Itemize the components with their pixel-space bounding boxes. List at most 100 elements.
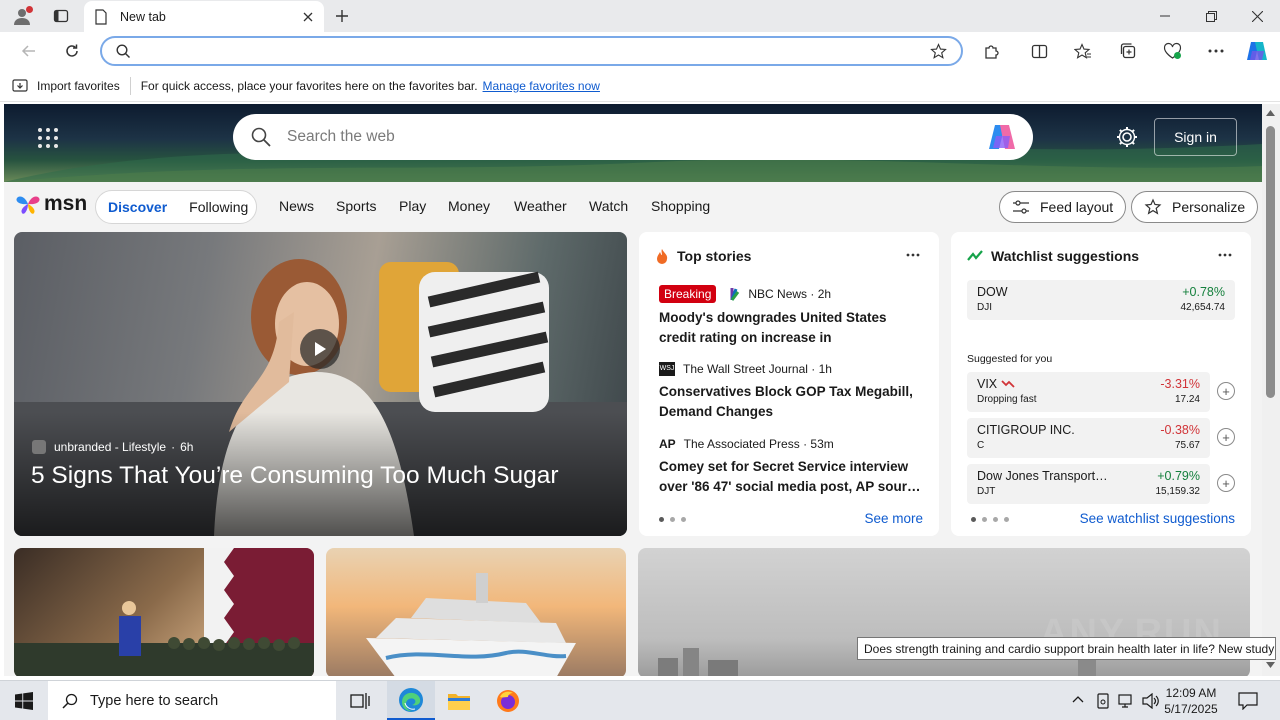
task-view-icon (350, 693, 370, 709)
story-1-title[interactable]: Moody's downgrades United States credit … (659, 308, 921, 350)
nav-shopping[interactable]: Shopping (651, 198, 710, 214)
taskbar-edge[interactable] (387, 681, 435, 720)
tab-actions-button[interactable] (48, 4, 74, 28)
feed-layout-button[interactable]: Feed layout (999, 191, 1127, 223)
flame-icon (657, 249, 668, 264)
address-bar[interactable] (100, 36, 963, 66)
tab-discover[interactable]: Discover (108, 199, 167, 215)
sign-in-button[interactable]: Sign in (1154, 118, 1237, 156)
web-search-placeholder: Search the web (287, 128, 395, 145)
nav-news[interactable]: News (279, 198, 314, 214)
taskbar-file-explorer[interactable] (435, 681, 483, 720)
add-to-watchlist-button[interactable]: + (1217, 382, 1235, 400)
show-hidden-icons-chevron[interactable] (1072, 695, 1084, 703)
windows-taskbar: Type here to search 12:09 AM 5/17/2025 (0, 680, 1280, 720)
settings-more-button[interactable] (1201, 36, 1231, 66)
story-age: 6h (180, 440, 194, 454)
wsj-icon: WSJ (659, 362, 675, 376)
quote-price: 75.67 (1174, 440, 1200, 451)
favorite-star-icon[interactable] (930, 43, 947, 60)
story-3-title[interactable]: Comey set for Secret Service interview o… (659, 457, 921, 499)
folder-icon (448, 694, 470, 710)
scroll-down-icon[interactable] (1266, 662, 1275, 668)
main-story-title[interactable]: 5 Signs That You’re Consuming Too Much S… (31, 462, 621, 490)
story-source: unbranded - Lifestyle · 6h (32, 440, 193, 454)
tab-following[interactable]: Following (189, 199, 248, 215)
event-photo (14, 548, 314, 676)
personalize-button[interactable]: Personalize (1131, 191, 1259, 223)
minimize-button[interactable] (1142, 0, 1188, 32)
manage-favorites-link[interactable]: Manage favorites now (483, 79, 600, 93)
story-card-cruise[interactable] (326, 548, 626, 676)
collections-icon (1120, 43, 1136, 59)
notifications-icon[interactable] (1238, 692, 1258, 710)
favorites-button[interactable] (1068, 36, 1098, 66)
carousel-dots[interactable] (971, 517, 1009, 522)
page-settings-button[interactable] (1114, 124, 1140, 150)
scrollbar-thumb[interactable] (1266, 126, 1275, 398)
nav-money[interactable]: Money (448, 198, 490, 214)
see-watchlist-link[interactable]: See watchlist suggestions (1080, 511, 1235, 526)
taskbar-firefox[interactable] (484, 681, 532, 720)
more-options-icon[interactable] (1215, 246, 1235, 264)
refresh-button[interactable] (57, 36, 87, 66)
quote-citigroup[interactable]: CITIGROUP INC. C -0.38% 75.67 + (967, 418, 1235, 458)
breaking-badge: Breaking (659, 285, 717, 303)
browser-tab[interactable]: New tab (84, 1, 324, 32)
story-2-title[interactable]: Conservatives Block GOP Tax Megabill, De… (659, 382, 921, 424)
top-stories-card: Top stories Breaking NBC News · 2h Moody… (639, 232, 939, 536)
carousel-dots[interactable] (659, 517, 686, 522)
firefox-icon (497, 690, 519, 712)
import-favorites-button[interactable]: Import favorites (12, 78, 120, 93)
play-video-button[interactable] (300, 329, 340, 369)
nav-play[interactable]: Play (399, 198, 426, 214)
main-story-card[interactable]: unbranded - Lifestyle · 6h 5 Signs That … (14, 232, 627, 536)
volume-icon[interactable] (1142, 693, 1160, 709)
start-button[interactable] (0, 681, 48, 720)
taskbar-search[interactable]: Type here to search (48, 681, 336, 720)
device-icon[interactable] (1096, 693, 1110, 709)
scroll-up-icon[interactable] (1266, 110, 1275, 116)
quote-dow-transport[interactable]: Dow Jones Transport… DJT +0.79% 15,159.3… (967, 464, 1235, 504)
dot-separator: · (171, 440, 176, 454)
copilot-icon[interactable] (987, 123, 1017, 151)
performance-button[interactable] (1157, 36, 1187, 66)
task-view-button[interactable] (336, 681, 384, 720)
profile-button[interactable] (8, 4, 36, 28)
extensions-button[interactable] (976, 36, 1006, 66)
apps-launcher-button[interactable] (36, 126, 60, 150)
search-icon (62, 693, 78, 709)
add-to-watchlist-button[interactable]: + (1217, 428, 1235, 446)
back-button[interactable] (14, 36, 44, 66)
restore-button[interactable] (1188, 0, 1234, 32)
collections-button[interactable] (1113, 36, 1143, 66)
copilot-button[interactable] (1242, 36, 1272, 66)
apps-grid-icon (38, 128, 58, 148)
story-publisher: unbranded - Lifestyle (54, 440, 167, 454)
quote-dow[interactable]: DOW DJI +0.78% 42,654.74 (967, 280, 1235, 320)
quote-vix[interactable]: VIX Dropping fast -3.31% 17.24 + (967, 372, 1235, 412)
quote-name: VIX (977, 377, 1015, 391)
network-icon[interactable] (1118, 693, 1136, 709)
story-card-event[interactable] (14, 548, 314, 676)
more-options-icon[interactable] (903, 246, 923, 264)
close-window-button[interactable] (1234, 0, 1280, 32)
add-to-watchlist-button[interactable]: + (1217, 474, 1235, 492)
close-tab-icon[interactable] (302, 11, 314, 23)
nav-weather[interactable]: Weather (514, 198, 567, 214)
story-3-publisher: The Associated Press · 53m (683, 437, 834, 451)
watchlist-card: Watchlist suggestions DOW DJI +0.78% 42,… (951, 232, 1251, 536)
see-more-link[interactable]: See more (864, 511, 923, 526)
quote-symbol: DJT (977, 486, 996, 497)
web-search-box[interactable]: Search the web (233, 114, 1033, 160)
story-2-source: WSJ The Wall Street Journal · 1h (659, 362, 832, 376)
nav-sports[interactable]: Sports (336, 198, 376, 214)
split-screen-button[interactable] (1024, 36, 1054, 66)
copilot-icon (1247, 42, 1267, 60)
hero-banner: Search the web Sign in (4, 104, 1262, 182)
new-tab-button[interactable] (330, 4, 354, 28)
msn-logo[interactable]: msn (16, 192, 87, 216)
nav-watch[interactable]: Watch (589, 198, 628, 214)
page-scrollbar[interactable] (1262, 104, 1280, 676)
system-clock[interactable]: 12:09 AM 5/17/2025 (1160, 685, 1222, 717)
